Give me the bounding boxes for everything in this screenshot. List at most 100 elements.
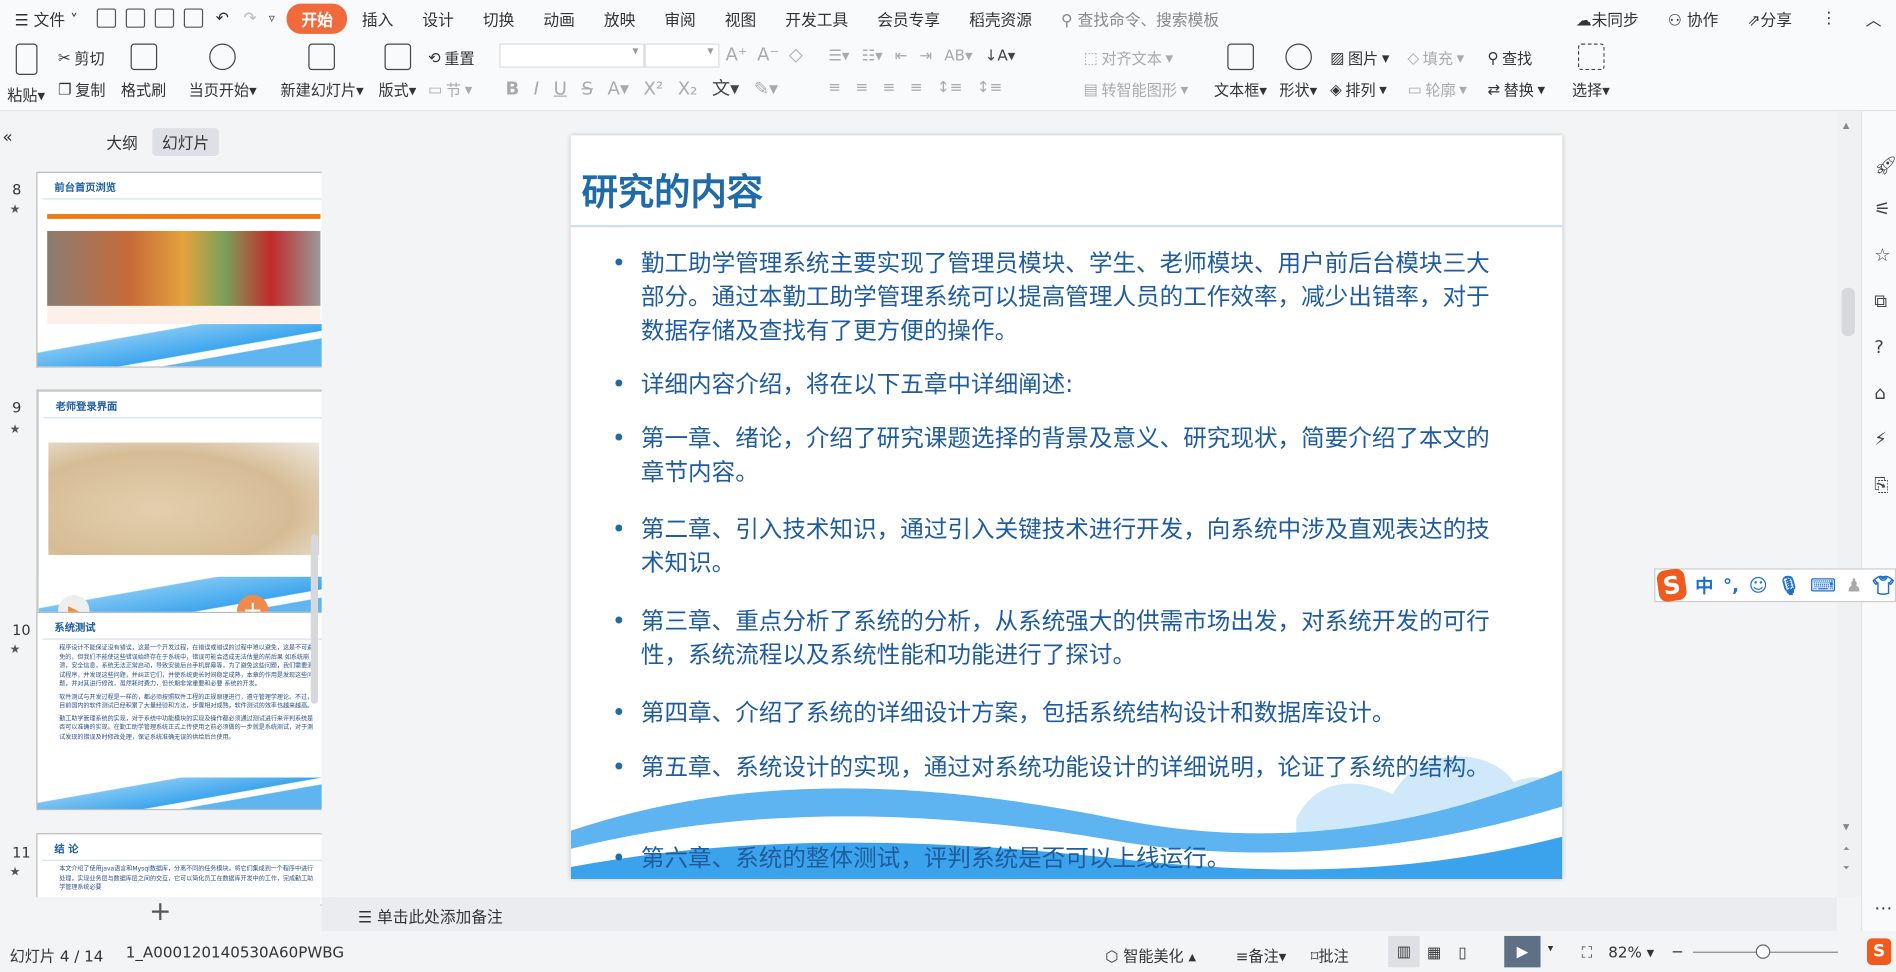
reading-view-icon[interactable]: ▯ (1458, 943, 1466, 961)
new-slide-button[interactable]: 新建幻灯片▾ (281, 39, 364, 101)
zoom-level[interactable]: 82% ▾ (1608, 943, 1654, 961)
sort-icon[interactable]: ↓A▾ (985, 46, 1016, 64)
keyboard-icon[interactable]: ⌨ (1810, 574, 1836, 596)
collapse-ribbon-icon[interactable]: ︿ (1851, 7, 1896, 29)
text-direction-icon[interactable]: AB▾ (944, 46, 972, 64)
font-size-select[interactable]: ▾ (644, 43, 720, 68)
save-icon[interactable] (97, 8, 117, 28)
replace-button[interactable]: ⇄ 替换 ▾ (1487, 77, 1545, 100)
redo-icon[interactable]: ↷ (243, 9, 256, 27)
tab-slides[interactable]: 幻灯片 (152, 128, 219, 156)
tab-design[interactable]: 设计 (408, 7, 468, 29)
skin-icon[interactable]: 👕︎ (1872, 574, 1895, 596)
tab-animation[interactable]: 动画 (529, 7, 589, 29)
current-slide[interactable]: 研究的内容 勤工助学管理系统主要实现了管理员模块、学生、老师模块、用户前后台模块… (570, 135, 1563, 880)
highlight-icon[interactable]: ✎▾ (754, 77, 778, 99)
share-button[interactable]: ⇗分享 (1733, 7, 1807, 29)
print-icon[interactable] (155, 8, 175, 28)
sorter-view-icon[interactable]: ▦ (1427, 943, 1441, 961)
user-icon[interactable]: ♟ (1846, 574, 1862, 596)
tab-member[interactable]: 会员专享 (863, 7, 955, 29)
tab-insert[interactable]: 插入 (347, 7, 407, 29)
fit-window-icon[interactable]: ⛶ (1582, 943, 1593, 962)
zoom-out-icon[interactable]: − (1671, 942, 1684, 960)
tab-developer[interactable]: 开发工具 (771, 7, 863, 29)
bullets-icon[interactable]: ☰▾ (828, 46, 849, 64)
justify-icon[interactable]: ≡ (910, 77, 923, 95)
slide-bullet[interactable]: 第一章、绪论，介绍了研究课题选择的背景及意义、研究现状，简要介绍了本文的章节内容… (612, 422, 1512, 490)
settings-sliders-icon[interactable]: ⚟ (1874, 198, 1890, 220)
tab-home[interactable]: 开始 (286, 3, 348, 34)
cut-button[interactable]: ✂ 剪切 (58, 46, 105, 69)
layout-button[interactable]: 版式▾ (378, 39, 416, 101)
font-family-select[interactable]: ▾ (499, 43, 645, 68)
scroll-down-icon[interactable]: ▼ (1843, 822, 1850, 832)
sogou-tray-icon[interactable]: S (1867, 938, 1892, 965)
underline-icon[interactable]: U (554, 77, 567, 99)
help-icon[interactable]: ? (1874, 336, 1884, 358)
strikethrough-icon[interactable]: S (581, 77, 593, 99)
next-slide-icon[interactable]: ⏷ (1843, 863, 1850, 874)
zoom-slider-thumb[interactable] (1755, 944, 1771, 959)
print-preview-icon[interactable] (184, 8, 204, 28)
canvas-scrollbar[interactable]: ▲ ▼ ⏶ ⏷ (1836, 111, 1861, 898)
sync-button[interactable]: ☁未同步 (1561, 7, 1653, 29)
font-color-icon[interactable]: A▾ (607, 77, 629, 99)
scroll-up-icon[interactable]: ▲ (1843, 121, 1850, 131)
rocket-icon[interactable]: 🚀︎ (1874, 155, 1896, 177)
slide-bullet[interactable]: 第六章、系统的整体测试，评判系统是否可以上线运行。 (612, 842, 1512, 876)
slide-thumbnail-11[interactable]: 结 论 本文介绍了使用java语言和Mysql数据库，分离不同的任务模块，将它们… (36, 833, 332, 906)
copy-button[interactable]: ❐ 复制 (58, 77, 105, 100)
tab-docer[interactable]: 稻壳资源 (955, 7, 1047, 29)
play-options-icon[interactable]: ▾ (1548, 943, 1553, 955)
slide-bullet[interactable]: 第五章、系统设计的实现，通过对系统功能设计的详细说明，论证了系统的结构。 (612, 751, 1512, 785)
align-text-button[interactable]: ⬚ 对齐文本 ▾ (1083, 46, 1173, 69)
comment-button[interactable]: ⌑批注 (1311, 943, 1349, 966)
store-icon[interactable]: ⌂ (1874, 382, 1886, 404)
ime-mode[interactable]: 中 (1695, 573, 1713, 598)
file-menu[interactable]: ☰ 文件 ˅ (0, 7, 92, 29)
outline-button[interactable]: ▭ 轮廓 ▾ (1408, 77, 1467, 100)
beautify-button[interactable]: ⬡ 智能美化 ▴ (1105, 943, 1196, 966)
indent-icon[interactable]: ⇥ (920, 46, 933, 64)
smartart-button[interactable]: ▤ 转智能图形 ▾ (1083, 77, 1188, 100)
slide-bullet[interactable]: 勤工助学管理系统主要实现了管理员模块、学生、老师模块、用户前后台模块三大部分。通… (612, 247, 1512, 349)
phonetic-icon[interactable]: 文▾ (712, 75, 739, 100)
shape-button[interactable]: 形状▾ (1279, 39, 1317, 101)
tab-slideshow[interactable]: 放映 (589, 7, 649, 29)
line-spacing-icon[interactable]: ↕≡ (937, 77, 962, 95)
subscript-icon[interactable]: X₂ (678, 77, 698, 99)
shrink-font-icon[interactable]: A⁻ (757, 44, 779, 66)
outdent-icon[interactable]: ⇤ (895, 46, 908, 64)
align-right-icon[interactable]: ≡ (883, 77, 896, 95)
customize-icon[interactable]: ▿ (269, 11, 275, 24)
ime-toolbar[interactable]: S 中 °, ☺ 🎙︎ ⌨ ♟ 👕︎ (1654, 567, 1896, 603)
slide-bullet[interactable]: 第二章、引入技术知识，通过引入关键技术进行开发，向系统中涉及直观表达的技术知识。 (612, 513, 1512, 581)
export-icon[interactable] (126, 8, 146, 28)
para-spacing-icon[interactable]: ↕≡ (977, 77, 1002, 95)
add-slide-button[interactable]: + (0, 897, 321, 932)
collapse-panel-icon[interactable]: « (2, 128, 12, 147)
tab-review[interactable]: 审阅 (650, 7, 710, 29)
arrange-button[interactable]: ◈ 排列 ▾ (1330, 77, 1387, 100)
ime-punct[interactable]: °, (1723, 574, 1739, 596)
notes-toggle[interactable]: ≡备注▾ (1236, 943, 1287, 966)
theme-name[interactable]: 1_A000120140530A60PWBG (126, 943, 344, 961)
notes-area[interactable]: ☰ 单击此处添加备注 (321, 897, 1837, 932)
book-search-icon[interactable]: ⎘ (1874, 474, 1889, 496)
prev-slide-icon[interactable]: ⏶ (1843, 844, 1850, 855)
textbox-button[interactable]: 文本框▾ (1214, 39, 1267, 101)
scroll-thumb[interactable] (1841, 287, 1855, 337)
undo-icon[interactable]: ↶ (216, 9, 229, 27)
tab-outline[interactable]: 大纲 (97, 128, 148, 156)
normal-view-icon[interactable]: ▥ (1388, 935, 1420, 968)
tab-view[interactable]: 视图 (710, 7, 770, 29)
align-left-icon[interactable]: ≡ (828, 77, 841, 95)
slide-thumbnail-8[interactable]: 前台首页浏览 (36, 171, 332, 368)
fill-button[interactable]: ◇ 填充 ▾ (1408, 46, 1465, 69)
play-current-button[interactable]: 当页开始▾ (189, 39, 257, 101)
paste-button[interactable]: 粘贴▾ (7, 39, 45, 106)
play-slideshow-button[interactable]: ▶ (1504, 935, 1541, 968)
mic-icon[interactable]: 🎙︎ (1777, 574, 1800, 596)
grow-font-icon[interactable]: A⁺ (726, 44, 748, 66)
